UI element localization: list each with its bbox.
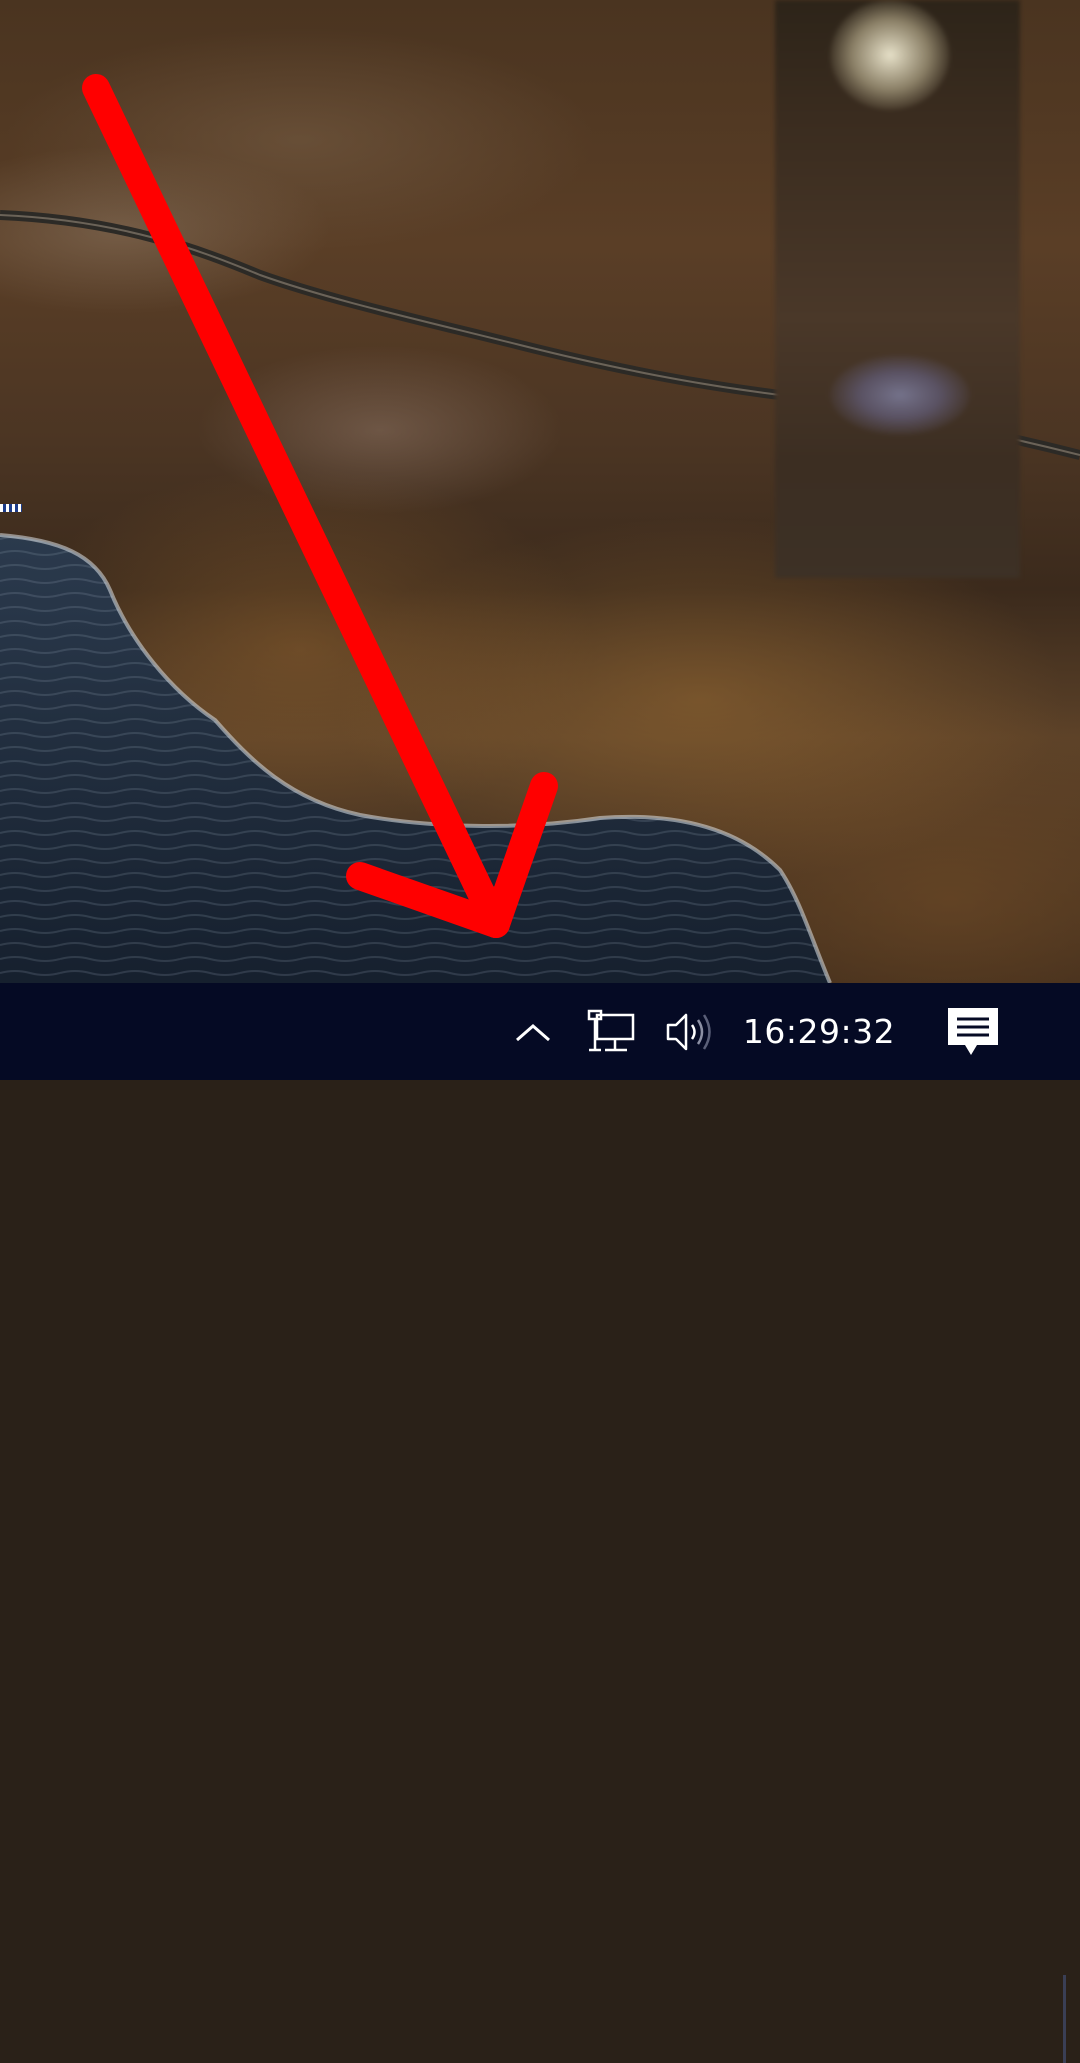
action-center-icon	[947, 1007, 998, 1055]
chevron-up-icon	[515, 1023, 550, 1041]
show-hidden-icons-button[interactable]	[505, 983, 560, 1080]
clock-time[interactable]: 16:29:32	[740, 983, 898, 1080]
speaker-icon	[666, 1013, 711, 1050]
network-button[interactable]	[578, 983, 644, 1080]
taskbar: 16:29:32	[0, 983, 1080, 2063]
desktop-wallpaper	[0, 0, 1080, 983]
volume-button[interactable]	[655, 983, 725, 1080]
show-desktop-button[interactable]	[1063, 1975, 1066, 2063]
network-wired-icon	[587, 1009, 635, 1051]
annotation-arrow	[82, 74, 558, 938]
action-center-button[interactable]	[935, 983, 1010, 1080]
